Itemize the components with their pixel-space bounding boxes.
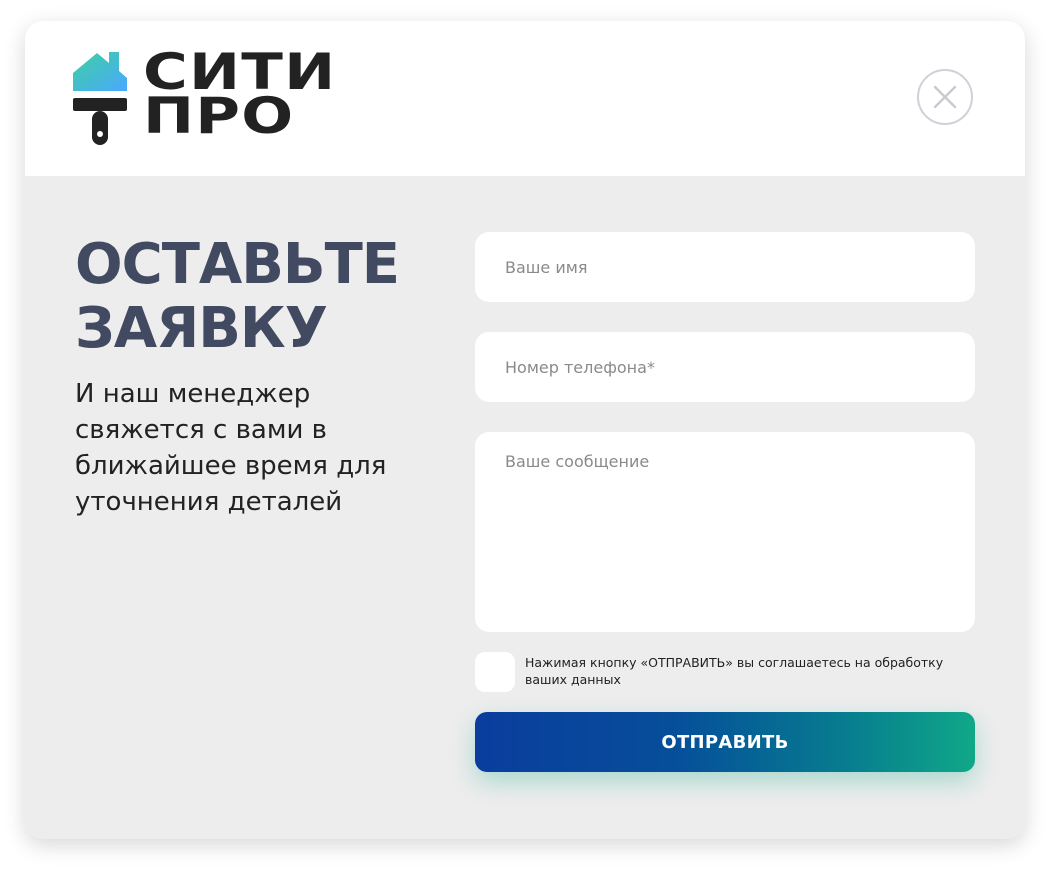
title-line-2: ЗАЯВКУ: [75, 296, 328, 361]
name-input[interactable]: [475, 232, 975, 302]
close-icon: [933, 85, 957, 109]
modal-header: СИТИ ПРО: [25, 21, 1025, 176]
page-title: ОСТАВЬТЕ ЗАЯВКУ: [75, 233, 455, 361]
subtitle-text: И наш менеджер свяжется с вами в ближайш…: [75, 379, 387, 517]
consent-checkbox[interactable]: [475, 652, 515, 692]
title-line-1: ОСТАВЬТЕ: [75, 232, 400, 297]
submit-button[interactable]: ОТПРАВИТЬ: [475, 712, 975, 772]
consent-label: Нажимая кнопку «ОТПРАВИТЬ» вы соглашаете…: [525, 655, 944, 687]
request-modal: СИТИ ПРО ОСТАВЬТЕ ЗАЯВКУ И наш менеджер …: [25, 21, 1025, 839]
house-paint-roller-icon: [73, 52, 127, 145]
close-button[interactable]: [917, 69, 973, 125]
phone-input[interactable]: [475, 332, 975, 402]
logo: СИТИ ПРО: [73, 47, 343, 147]
message-textarea[interactable]: [475, 432, 975, 632]
logo-text: СИТИ ПРО: [143, 47, 336, 145]
logo-line-2: ПРО: [143, 87, 295, 145]
